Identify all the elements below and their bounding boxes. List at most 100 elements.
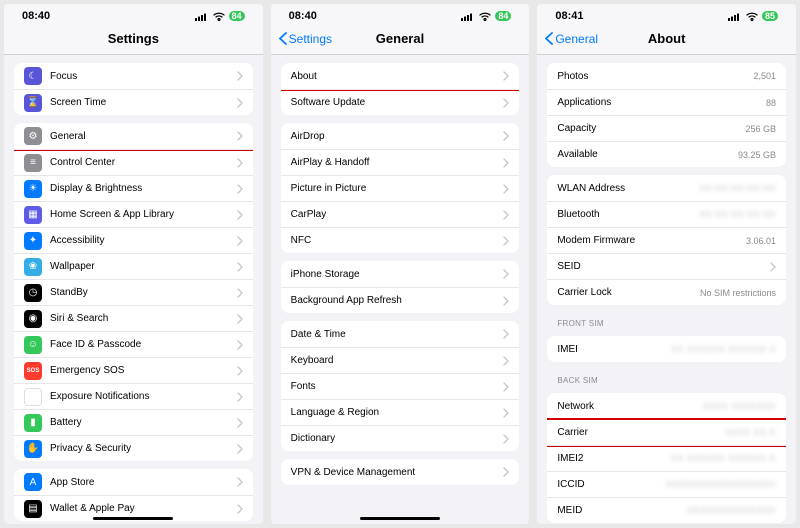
settings-row[interactable]: CarPlay bbox=[281, 201, 520, 227]
settings-row[interactable]: Carrier Lock No SIM restrictions bbox=[547, 279, 786, 305]
settings-row[interactable]: ✺ Exposure Notifications bbox=[14, 383, 253, 409]
settings-row[interactable]: ✋ Privacy & Security bbox=[14, 435, 253, 461]
settings-row[interactable]: Fonts bbox=[281, 373, 520, 399]
settings-row[interactable]: SOS Emergency SOS bbox=[14, 357, 253, 383]
row-label: General bbox=[50, 131, 231, 142]
status-bar: 08:40 84 bbox=[4, 4, 263, 25]
settings-row[interactable]: Software Update bbox=[281, 89, 520, 115]
settings-row[interactable]: ⌛ Screen Time bbox=[14, 89, 253, 115]
settings-row[interactable]: ☀ Display & Brightness bbox=[14, 175, 253, 201]
home-indicator[interactable] bbox=[360, 517, 440, 520]
settings-row[interactable]: ⚙ General bbox=[14, 123, 253, 149]
row-value-redacted: XXXX XXXXXXX bbox=[703, 402, 776, 411]
chevron-right-icon bbox=[503, 329, 509, 339]
settings-row[interactable]: IMEI XX XXXXXX XXXXXX X bbox=[547, 336, 786, 362]
row-label: Exposure Notifications bbox=[50, 391, 231, 402]
wifi-icon bbox=[213, 12, 225, 21]
settings-group: Photos 2,501 Applications 88 Capacity 25… bbox=[547, 63, 786, 167]
settings-row[interactable]: Carrier XXXX XX.X bbox=[547, 419, 786, 445]
chevron-right-icon bbox=[770, 262, 776, 272]
row-label: Home Screen & App Library bbox=[50, 209, 231, 220]
chevron-right-icon bbox=[237, 366, 243, 376]
wifi-icon bbox=[746, 12, 758, 21]
settings-row[interactable]: AirDrop bbox=[281, 123, 520, 149]
settings-row[interactable]: Applications 88 bbox=[547, 89, 786, 115]
row-value: 93.25 GB bbox=[738, 150, 776, 160]
settings-row[interactable]: ✦ Accessibility bbox=[14, 227, 253, 253]
settings-row[interactable]: Picture in Picture bbox=[281, 175, 520, 201]
row-label: AirPlay & Handoff bbox=[291, 157, 498, 168]
settings-group: A App Store ▤ Wallet & Apple Pay bbox=[14, 469, 253, 521]
settings-row[interactable]: ◷ StandBy bbox=[14, 279, 253, 305]
settings-row[interactable]: About bbox=[281, 63, 520, 89]
row-label: CarPlay bbox=[291, 209, 498, 220]
chevron-right-icon bbox=[503, 210, 509, 220]
settings-row[interactable]: Date & Time bbox=[281, 321, 520, 347]
chevron-right-icon bbox=[237, 288, 243, 298]
chevron-left-icon bbox=[545, 32, 553, 45]
settings-row[interactable]: ◉ Siri & Search bbox=[14, 305, 253, 331]
settings-row[interactable]: ▦ Home Screen & App Library bbox=[14, 201, 253, 227]
back-button[interactable]: General bbox=[545, 32, 598, 46]
battery-badge: 84 bbox=[229, 11, 245, 21]
status-bar: 08:41 85 bbox=[537, 4, 796, 25]
settings-row[interactable]: SEID bbox=[547, 253, 786, 279]
settings-row[interactable]: iPhone Storage bbox=[281, 261, 520, 287]
content[interactable]: ☾ Focus ⌛ Screen Time ⚙ General ≡ Contro… bbox=[4, 55, 263, 524]
content[interactable]: About Software Update AirDrop AirPlay & Han… bbox=[271, 55, 530, 524]
settings-row[interactable]: Language & Region bbox=[281, 399, 520, 425]
signal-icon bbox=[195, 12, 209, 21]
row-value: 2,501 bbox=[753, 71, 776, 81]
group-header: FRONT SIM bbox=[557, 319, 776, 328]
settings-row[interactable]: Capacity 256 GB bbox=[547, 115, 786, 141]
settings-row[interactable]: ▮ Battery bbox=[14, 409, 253, 435]
back-button[interactable]: Settings bbox=[279, 32, 332, 46]
chevron-right-icon bbox=[503, 236, 509, 246]
settings-row[interactable]: Background App Refresh bbox=[281, 287, 520, 313]
clock-icon: ◷ bbox=[24, 284, 42, 302]
settings-row[interactable]: Dictionary bbox=[281, 425, 520, 451]
settings-row[interactable]: IMEI2 XX XXXXXX XXXXXX X bbox=[547, 445, 786, 471]
settings-row[interactable]: Available 93.25 GB bbox=[547, 141, 786, 167]
chevron-right-icon bbox=[503, 356, 509, 366]
row-label: Wallpaper bbox=[50, 261, 231, 272]
settings-row[interactable]: A App Store bbox=[14, 469, 253, 495]
row-label: IMEI bbox=[557, 344, 671, 355]
row-value-redacted: XX XXXXXX XXXXXX X bbox=[671, 454, 776, 463]
settings-row[interactable]: Photos 2,501 bbox=[547, 63, 786, 89]
nav-bar: Settings bbox=[4, 25, 263, 55]
settings-row[interactable]: VPN & Device Management bbox=[281, 459, 520, 485]
home-indicator[interactable] bbox=[93, 517, 173, 520]
row-label: Emergency SOS bbox=[50, 365, 231, 376]
settings-row[interactable]: ☾ Focus bbox=[14, 63, 253, 89]
page-title: About bbox=[648, 31, 686, 46]
content[interactable]: Photos 2,501 Applications 88 Capacity 25… bbox=[537, 55, 796, 524]
row-label: About bbox=[291, 71, 498, 82]
signal-icon bbox=[461, 12, 475, 21]
settings-group: AirDrop AirPlay & Handoff Picture in Pictu… bbox=[281, 123, 520, 253]
settings-row[interactable]: NFC bbox=[281, 227, 520, 253]
settings-group: ⚙ General ≡ Control Center ☀ Display & B… bbox=[14, 123, 253, 461]
row-label: Modem Firmware bbox=[557, 235, 746, 246]
chevron-right-icon bbox=[237, 314, 243, 324]
settings-row[interactable]: ❀ Wallpaper bbox=[14, 253, 253, 279]
hourglass-icon: ⌛ bbox=[24, 94, 42, 112]
row-label: Network bbox=[557, 401, 703, 412]
settings-row[interactable]: AirPlay & Handoff bbox=[281, 149, 520, 175]
settings-row[interactable]: Modem Firmware 3.06.01 bbox=[547, 227, 786, 253]
settings-row[interactable]: MEID XXXXXXXXXXXXXX bbox=[547, 497, 786, 523]
chevron-left-icon bbox=[279, 32, 287, 45]
settings-row[interactable]: WLAN Address XX:XX:XX:XX:XX bbox=[547, 175, 786, 201]
settings-row[interactable]: ☺ Face ID & Passcode bbox=[14, 331, 253, 357]
settings-row[interactable]: Keyboard bbox=[281, 347, 520, 373]
settings-row[interactable]: ICCID XXXXXXXXXXXXXXXXXXX bbox=[547, 471, 786, 497]
settings-row[interactable]: ≡ Control Center bbox=[14, 149, 253, 175]
settings-row[interactable]: Bluetooth XX:XX:XX:XX:XX bbox=[547, 201, 786, 227]
row-label: Display & Brightness bbox=[50, 183, 231, 194]
settings-group: iPhone StorageBackground App Refresh bbox=[281, 261, 520, 313]
row-label: VPN & Device Management bbox=[291, 467, 498, 478]
switches-icon: ≡ bbox=[24, 154, 42, 172]
clock: 08:40 bbox=[289, 10, 317, 22]
settings-row[interactable]: Network XXXX XXXXXXX bbox=[547, 393, 786, 419]
chevron-right-icon bbox=[237, 340, 243, 350]
